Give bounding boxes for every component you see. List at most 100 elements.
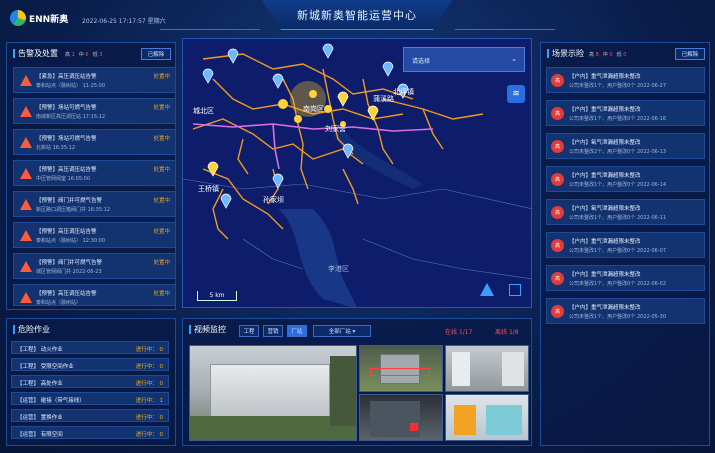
alarm-item[interactable]: 【预警】高压调压站告警 泰和站点（融树站） 12:30:00 处置中	[13, 222, 176, 248]
danger-item[interactable]: 【运营】 置换作业 进行中： 0	[11, 409, 169, 422]
online-stat: 在线 1/17	[445, 329, 473, 336]
alarm-resolved-button[interactable]: 已解除	[141, 48, 171, 60]
river-shape	[333, 129, 423, 189]
station-dropdown[interactable]: 全部厂站 ▾	[313, 325, 371, 337]
scene-panel: 场景示险 高 8 中 0 低 0 已解除 高 【户内】重气泄漏超限未整改 公司未…	[540, 42, 710, 446]
title-bar-mark	[13, 325, 15, 334]
fullscreen-icon[interactable]	[509, 284, 521, 296]
scene-item[interactable]: 高 【户内】氧气泄漏超限未整改 公司未整改2个、用户整改0个 2022-06-1…	[546, 133, 705, 159]
tab-marketing[interactable]: 营销	[263, 325, 283, 337]
map-pin-icon	[220, 193, 232, 209]
camera-feed[interactable]	[359, 394, 443, 441]
high-risk-badge: 高	[551, 140, 564, 153]
camera-feed[interactable]	[445, 394, 529, 441]
logo-text: ENN新奥	[29, 14, 69, 25]
alarm-item[interactable]: 【紧急】高压调压站告警 泰和站点（融树站） 11:25:00 处置中	[13, 67, 176, 93]
warning-triangle-icon	[20, 199, 32, 210]
map-canvas[interactable]: 王桥镇 孙家坝 刘家营 蒲溪路 南岗区 李港区 北坪镇 城北区	[183, 39, 532, 308]
pipeline-network	[192, 53, 484, 240]
map-label: 南岗区	[303, 104, 324, 113]
danger-item[interactable]: 【工程】 受限空间作业 进行中： 0	[11, 358, 169, 371]
alarm-item[interactable]: 【预警】场站可燃气告警 南城新区高压调压站 17:15:12 处置中	[13, 98, 176, 124]
high-risk-badge: 高	[551, 107, 564, 120]
map-pin-icon	[227, 48, 239, 64]
alarm-item[interactable]: 【预警】高压调压站告警 泰和站点（融树站） 处置中	[13, 284, 176, 306]
scene-counts: 高 8 中 0 低 0	[589, 52, 627, 58]
alert-triangle-icon[interactable]	[480, 283, 494, 296]
scene-item[interactable]: 高 【户内】重气泄漏超限未整改 公司未整改1个、用户整改0个 2022-06-1…	[546, 166, 705, 192]
warning-triangle-icon	[20, 261, 32, 272]
station-dot	[309, 90, 317, 98]
tree-area	[330, 356, 356, 426]
danger-panel-title: 危险作业	[13, 324, 50, 335]
gas-network-map[interactable]: 王桥镇 孙家坝 刘家营 蒲溪路 南岗区 李港区 北坪镇 城北区 请选择 ⌄ ≋ …	[182, 38, 532, 308]
page-title-frame: 新城新奥智能运营中心	[262, 0, 452, 30]
danger-item[interactable]: 【运营】 碰接（带气接线） 进行中： 1	[11, 392, 169, 405]
offline-stat: 离线 1/8	[495, 329, 519, 336]
danger-item[interactable]: 【工程】 高处作业 进行中： 0	[11, 375, 169, 388]
map-pin-icon	[322, 43, 334, 59]
road-network	[183, 178, 531, 280]
warning-triangle-icon	[20, 168, 32, 179]
page-title: 新城新奥智能运营中心	[297, 8, 417, 22]
scene-resolved-button[interactable]: 已解除	[675, 48, 705, 60]
map-pin-icon	[202, 68, 214, 84]
map-pin-icon	[382, 61, 394, 77]
high-risk-badge: 高	[551, 239, 564, 252]
high-risk-badge: 高	[551, 206, 564, 219]
map-filter-select[interactable]: 请选择 ⌄	[403, 47, 525, 72]
chevron-down-icon: ⌄	[511, 55, 517, 63]
camera-feed[interactable]	[359, 345, 443, 392]
map-label: 北坪镇	[393, 87, 414, 96]
alarm-panel: 告警及处置 高 1 中 6 低 3 已解除 【紧急】高压调压站告警 泰和站点（融…	[6, 42, 176, 310]
datetime: 2022-06-25 17:17:57 星期六	[82, 18, 166, 25]
layers-button[interactable]: ≋	[507, 85, 525, 103]
map-label: 李港区	[328, 264, 349, 273]
title-bar-mark	[547, 49, 549, 58]
alarm-title-text: 告警及处置	[18, 49, 58, 58]
warning-triangle-icon	[20, 106, 32, 117]
warning-triangle-icon	[20, 230, 32, 241]
station-dot	[294, 115, 302, 123]
tab-stations[interactable]: 厂站	[287, 325, 307, 337]
map-pin-icon	[272, 73, 284, 89]
camera-feed-main[interactable]	[189, 345, 357, 441]
high-risk-badge: 高	[551, 272, 564, 285]
alarm-item[interactable]: 【预警】场站可燃气告警 北新站 16:35:12 处置中	[13, 129, 176, 155]
logo: ENN新奥	[10, 10, 68, 26]
warning-triangle-icon	[20, 292, 32, 303]
scene-item[interactable]: 高 【户内】重气泄漏超限未整改 公司未整改1个、用户整改0个 2022-06-0…	[546, 265, 705, 291]
map-label: 蒲溪路	[373, 94, 394, 103]
alarm-item[interactable]: 【预警】阀门井可燃气告警 新区路口调压箱阀门井 16:35:12 处置中	[13, 191, 176, 217]
warning-triangle-icon	[20, 75, 32, 86]
danger-panel: 危险作业 【工程】 动火作业 进行中： 0 【工程】 受限空间作业 进行中： 0…	[6, 318, 176, 446]
scene-item[interactable]: 高 【户内】重气泄漏超限未整改 公司未整改1个、用户整改0个 2022-05-3…	[546, 298, 705, 324]
river-shape	[278, 209, 357, 307]
danger-item[interactable]: 【运营】 有限空间 进行中： 0	[11, 426, 169, 439]
map-pin-warning-icon	[337, 91, 349, 107]
main-pipeline	[192, 123, 434, 170]
alarm-item[interactable]: 【预警】高压调压站告警 中压管网阀室 16:05:00 处置中	[13, 160, 176, 186]
header-divider	[160, 29, 260, 30]
scene-item[interactable]: 高 【户内】重气泄漏超限未整改 公司未整改1个、用户整改0个 2022-06-0…	[546, 232, 705, 258]
high-risk-badge: 高	[551, 173, 564, 186]
video-panel-title: 视频监控	[189, 324, 226, 335]
scene-item[interactable]: 高 【户内】氧气泄漏超限未整改 公司未整改1个、用户整改0个 2022-06-1…	[546, 199, 705, 225]
scene-item[interactable]: 高 【户内】重气泄漏超限未整改 公司未整改1个、用户整改0个 2022-06-1…	[546, 100, 705, 126]
high-risk-badge: 高	[551, 74, 564, 87]
scene-panel-title: 场景示险	[547, 48, 584, 59]
title-bar-mark	[189, 325, 191, 334]
map-label: 城北区	[193, 107, 214, 115]
layers-icon: ≋	[512, 89, 520, 99]
camera-feed[interactable]	[445, 345, 529, 392]
station-dot	[324, 105, 332, 113]
tab-engineering[interactable]: 工程	[239, 325, 259, 337]
map-label: 孙家坝	[263, 195, 284, 204]
scene-item[interactable]: 高 【户内】重气泄漏超限未整改 公司未整改1个、用户整改0个 2022-06-2…	[546, 67, 705, 93]
alarm-item[interactable]: 【预警】阀门井可燃气告警 城区管网阀门井 2022-06-23 处置中	[13, 253, 176, 279]
danger-item[interactable]: 【工程】 动火作业 进行中： 0	[11, 341, 169, 354]
map-label: 刘家营	[325, 124, 346, 133]
enn-logo-icon	[10, 10, 26, 26]
header: ENN新奥 2022-06-25 17:17:57 星期六 新城新奥智能运营中心	[0, 0, 715, 36]
header-divider	[455, 29, 555, 30]
